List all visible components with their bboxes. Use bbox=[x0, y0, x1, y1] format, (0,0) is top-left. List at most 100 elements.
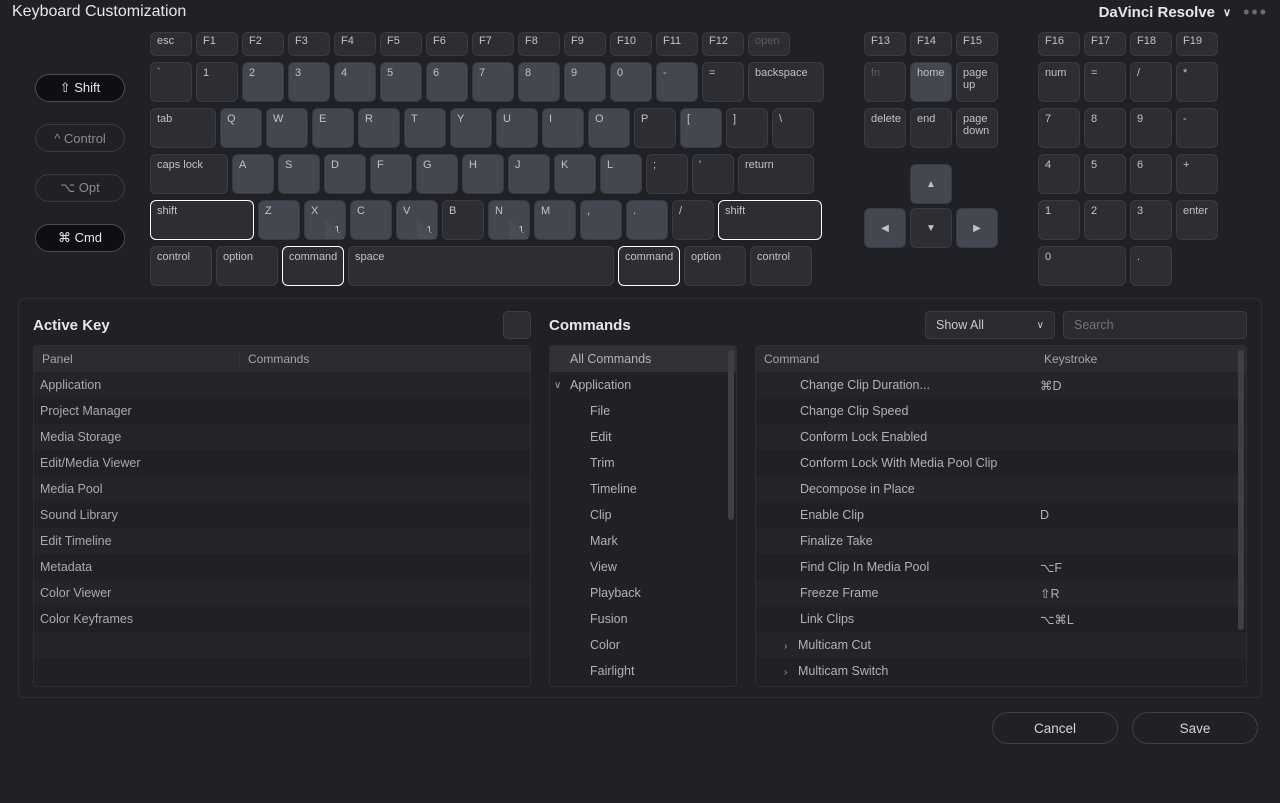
key-f3[interactable]: F3 bbox=[288, 32, 330, 56]
key-6[interactable]: 6 bbox=[1130, 154, 1172, 194]
command-row[interactable]: Link Clips⌥⌘L bbox=[756, 606, 1246, 632]
key-pageup[interactable]: page up bbox=[956, 62, 998, 102]
key-f4[interactable]: F4 bbox=[334, 32, 376, 56]
key-arrow-right[interactable]: ▶ bbox=[956, 208, 998, 248]
key-e[interactable]: E bbox=[312, 108, 354, 148]
modifier-opt[interactable]: ⌥ Opt bbox=[35, 174, 125, 202]
key-command[interactable]: command bbox=[618, 246, 680, 286]
tree-file[interactable]: File bbox=[550, 398, 736, 424]
key-g[interactable]: G bbox=[416, 154, 458, 194]
modifier-cmd[interactable]: ⌘ Cmd bbox=[35, 224, 125, 252]
key-1[interactable]: 1 bbox=[196, 62, 238, 102]
command-row[interactable]: ›Multicam Cut bbox=[756, 632, 1246, 658]
key-8[interactable]: 8 bbox=[518, 62, 560, 102]
key-f8[interactable]: F8 bbox=[518, 32, 560, 56]
key-4[interactable]: 4 bbox=[334, 62, 376, 102]
key-0[interactable]: 0 bbox=[1038, 246, 1126, 286]
tree-all-commands[interactable]: All Commands bbox=[550, 346, 736, 372]
panel-row[interactable]: Sound Library bbox=[34, 502, 530, 528]
key-l[interactable]: L bbox=[600, 154, 642, 194]
key-f7[interactable]: F7 bbox=[472, 32, 514, 56]
key-3[interactable]: 3 bbox=[1130, 200, 1172, 240]
key-9[interactable]: 9 bbox=[1130, 108, 1172, 148]
key-esc[interactable]: esc bbox=[150, 32, 192, 56]
command-row[interactable]: Freeze Frame⇧R bbox=[756, 580, 1246, 606]
key-delete[interactable]: delete bbox=[864, 108, 906, 148]
panel-row[interactable]: Edit/Media Viewer bbox=[34, 450, 530, 476]
panel-row[interactable]: Media Storage bbox=[34, 424, 530, 450]
key-command[interactable]: command bbox=[282, 246, 344, 286]
key-capslock[interactable]: caps lock bbox=[150, 154, 228, 194]
key-f6[interactable]: F6 bbox=[426, 32, 468, 56]
key-f2[interactable]: F2 bbox=[242, 32, 284, 56]
key-7[interactable]: 7 bbox=[1038, 108, 1080, 148]
key-j[interactable]: J bbox=[508, 154, 550, 194]
tree-fusion[interactable]: Fusion bbox=[550, 606, 736, 632]
key-f17[interactable]: F17 bbox=[1084, 32, 1126, 56]
key-f[interactable]: F bbox=[370, 154, 412, 194]
key-v[interactable]: V1 bbox=[396, 200, 438, 240]
key-c[interactable]: C bbox=[350, 200, 392, 240]
key-h[interactable]: H bbox=[462, 154, 504, 194]
tree-application[interactable]: ∨Application bbox=[550, 372, 736, 398]
key-f19[interactable]: F19 bbox=[1176, 32, 1218, 56]
key-home[interactable]: home bbox=[910, 62, 952, 102]
key-f13[interactable]: F13 bbox=[864, 32, 906, 56]
filter-dropdown[interactable]: Show All ∨ bbox=[925, 311, 1055, 339]
key-z[interactable]: Z bbox=[258, 200, 300, 240]
panel-row[interactable]: Project Manager bbox=[34, 398, 530, 424]
tree-mark[interactable]: Mark bbox=[550, 528, 736, 554]
key-r[interactable]: R bbox=[358, 108, 400, 148]
key-[interactable]: * bbox=[1176, 62, 1218, 102]
key-q[interactable]: Q bbox=[220, 108, 262, 148]
key-[interactable]: . bbox=[1130, 246, 1172, 286]
command-row[interactable]: Finalize Take bbox=[756, 528, 1246, 554]
key-[interactable]: ; bbox=[646, 154, 688, 194]
panel-row[interactable]: Color Viewer bbox=[34, 580, 530, 606]
command-row[interactable]: Enable ClipD bbox=[756, 502, 1246, 528]
modifier-shift[interactable]: ⇧ Shift bbox=[35, 74, 125, 102]
tree-view[interactable]: View bbox=[550, 554, 736, 580]
command-row[interactable]: ›Multicam Switch bbox=[756, 658, 1246, 684]
key-f5[interactable]: F5 bbox=[380, 32, 422, 56]
key-[interactable]: = bbox=[702, 62, 744, 102]
key-b[interactable]: B bbox=[442, 200, 484, 240]
key-[interactable]: / bbox=[1130, 62, 1172, 102]
key-[interactable]: ] bbox=[726, 108, 768, 148]
key-control[interactable]: control bbox=[150, 246, 212, 286]
key-[interactable]: + bbox=[1176, 154, 1218, 194]
preset-dropdown[interactable]: DaVinci Resolve ∨ bbox=[1099, 4, 1232, 21]
key-m[interactable]: M bbox=[534, 200, 576, 240]
panel-row[interactable]: Edit Timeline bbox=[34, 528, 530, 554]
key-[interactable]: - bbox=[656, 62, 698, 102]
key-5[interactable]: 5 bbox=[380, 62, 422, 102]
key-f9[interactable]: F9 bbox=[564, 32, 606, 56]
panel-row[interactable]: Color Keyframes bbox=[34, 606, 530, 632]
key-option[interactable]: option bbox=[684, 246, 746, 286]
key-f12[interactable]: F12 bbox=[702, 32, 744, 56]
search-input[interactable] bbox=[1063, 311, 1247, 339]
key-5[interactable]: 5 bbox=[1084, 154, 1126, 194]
panel-row[interactable]: Application bbox=[34, 372, 530, 398]
key-0[interactable]: 0 bbox=[610, 62, 652, 102]
key-f16[interactable]: F16 bbox=[1038, 32, 1080, 56]
tree-color[interactable]: Color bbox=[550, 632, 736, 658]
key-8[interactable]: 8 bbox=[1084, 108, 1126, 148]
key-shift[interactable]: shift bbox=[150, 200, 254, 240]
key-p[interactable]: P bbox=[634, 108, 676, 148]
key-pagedown[interactable]: page down bbox=[956, 108, 998, 148]
key-9[interactable]: 9 bbox=[564, 62, 606, 102]
key-[interactable]: , bbox=[580, 200, 622, 240]
key-shift[interactable]: shift bbox=[718, 200, 822, 240]
key-7[interactable]: 7 bbox=[472, 62, 514, 102]
key-f14[interactable]: F14 bbox=[910, 32, 952, 56]
key-[interactable]: ' bbox=[692, 154, 734, 194]
more-options-icon[interactable]: ••• bbox=[1243, 2, 1268, 23]
key-[interactable]: . bbox=[626, 200, 668, 240]
modifier-control[interactable]: ^ Control bbox=[35, 124, 125, 152]
tree-clip[interactable]: Clip bbox=[550, 502, 736, 528]
key-[interactable]: = bbox=[1084, 62, 1126, 102]
key-fn[interactable]: fn bbox=[864, 62, 906, 102]
key-f11[interactable]: F11 bbox=[656, 32, 698, 56]
key-tab[interactable]: tab bbox=[150, 108, 216, 148]
